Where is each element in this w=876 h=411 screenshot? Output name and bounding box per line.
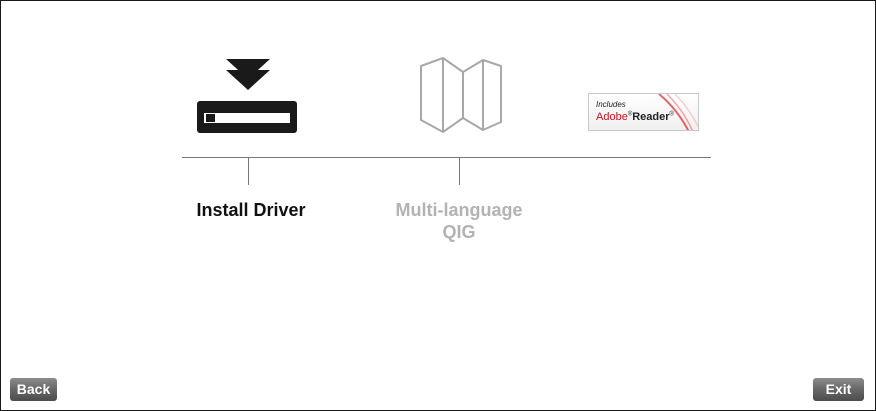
qig-label-line2: QIG [442,222,476,242]
qig-tick [459,158,460,185]
folded-map-icon [415,56,505,134]
reader-trademark-text-2: ® [669,111,674,118]
reader-product-text: Reader [632,111,670,123]
back-button[interactable]: Back [10,378,57,401]
install-driver-icon[interactable] [191,57,305,135]
adobe-reader-badge[interactable]: Includes Adobe®Reader® [588,93,699,131]
install-driver-link[interactable]: Install Driver [181,199,321,221]
installer-window: Includes Adobe®Reader® Install Driver Mu… [0,0,876,411]
menu-divider-line [182,157,711,158]
exit-button[interactable]: Exit [813,378,864,401]
install-driver-tick [248,158,249,185]
reader-brand-text: Adobe [596,111,628,123]
reader-product-name: Adobe®Reader® [596,111,674,123]
qig-label-line1: Multi-language [395,200,523,220]
reader-includes-text: Includes [596,100,626,109]
multi-language-qig-link[interactable]: Multi-language QIG [373,199,545,243]
